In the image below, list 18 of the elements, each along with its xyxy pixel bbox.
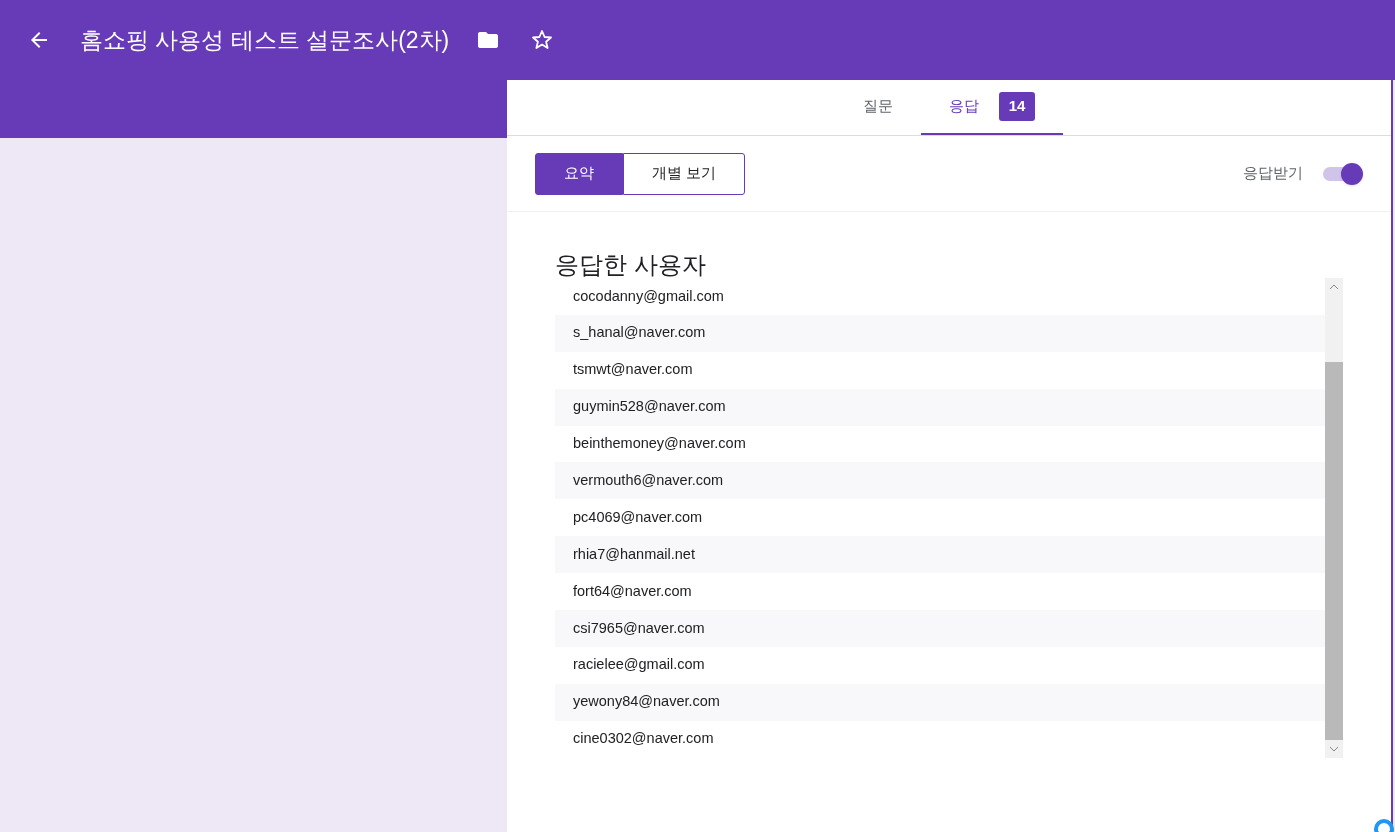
tab[interactable]: 질문 [834, 80, 921, 135]
form-title: 홈쇼핑 사용성 테스트 설문조사(2차) [80, 25, 450, 55]
respondent-row[interactable]: guymin528@naver.com [555, 388, 1325, 426]
view-toggle-button[interactable]: 요약 [535, 152, 623, 195]
accepting-responses-switch[interactable] [1321, 161, 1363, 186]
respondent-row[interactable]: csi7965@naver.com [555, 610, 1325, 647]
view-toggle-button[interactable]: 개별 보기 [623, 152, 746, 195]
respondent-row[interactable]: yewony84@naver.com [555, 683, 1325, 721]
respondent-row[interactable]: s_hanal@naver.com [555, 314, 1325, 352]
accepting-responses-label: 응답받기 [1243, 163, 1303, 184]
section-heading: 응답한 사용자 [555, 250, 706, 280]
scrollbar[interactable] [1325, 278, 1343, 758]
respondent-row[interactable]: rhia7@hanmail.net [555, 536, 1325, 574]
count-badge: 14 [998, 92, 1036, 121]
tab[interactable]: 응답 14 [920, 80, 1064, 135]
scrollbar-thumb[interactable] [1325, 362, 1343, 740]
respondent-row[interactable]: vermouth6@naver.com [555, 462, 1325, 500]
ring-icon [1373, 818, 1395, 832]
